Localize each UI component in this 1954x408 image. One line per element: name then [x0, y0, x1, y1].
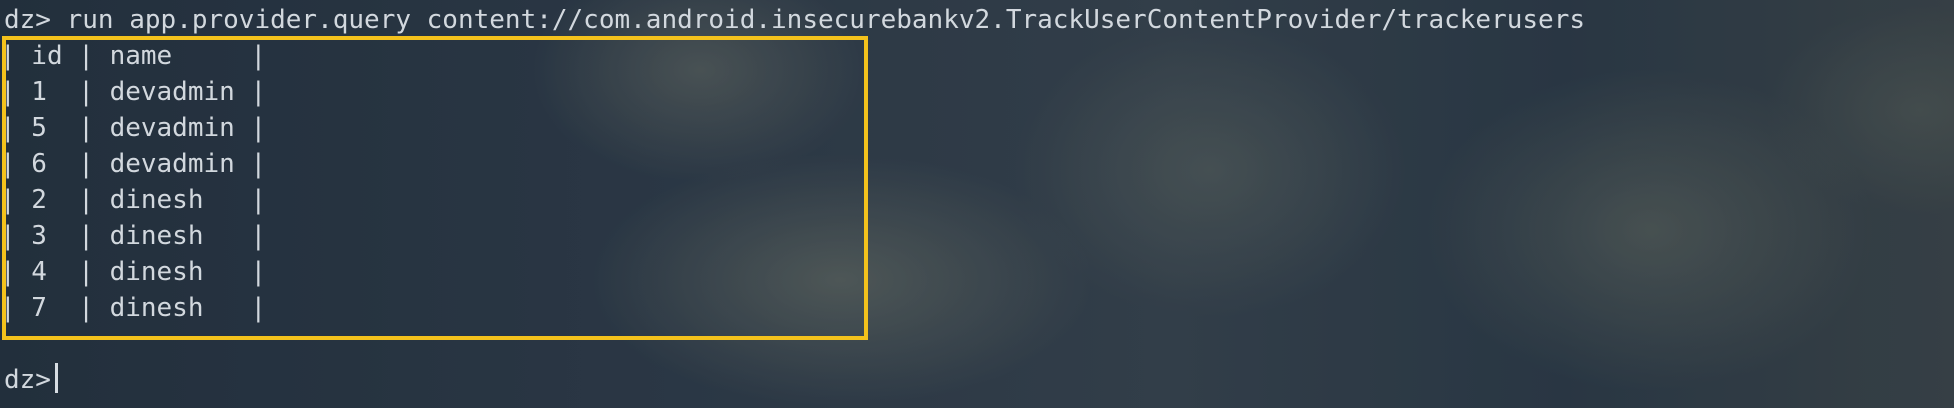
command-line: dz> run app.provider.query content://com… — [4, 2, 1585, 38]
active-prompt-line[interactable]: dz> — [4, 362, 58, 398]
text-cursor — [54, 363, 58, 393]
table-header-row: | id | name | — [0, 41, 267, 71]
table-row: | 4 | dinesh | — [0, 257, 267, 287]
terminal-window[interactable]: dz> run app.provider.query content://com… — [0, 0, 1954, 408]
query-result-table: | id | name | | 1 | devadmin | | 5 | dev… — [0, 38, 266, 326]
prompt-label: dz> — [4, 5, 51, 35]
table-row: | 1 | devadmin | — [0, 77, 267, 107]
table-row: | 5 | devadmin | — [0, 113, 267, 143]
table-row: | 6 | devadmin | — [0, 149, 267, 179]
table-row: | 7 | dinesh | — [0, 293, 267, 323]
table-row: | 2 | dinesh | — [0, 185, 267, 215]
command-text: run app.provider.query content://com.and… — [50, 5, 1585, 35]
table-row: | 3 | dinesh | — [0, 221, 267, 251]
active-prompt-label: dz> — [4, 365, 51, 395]
